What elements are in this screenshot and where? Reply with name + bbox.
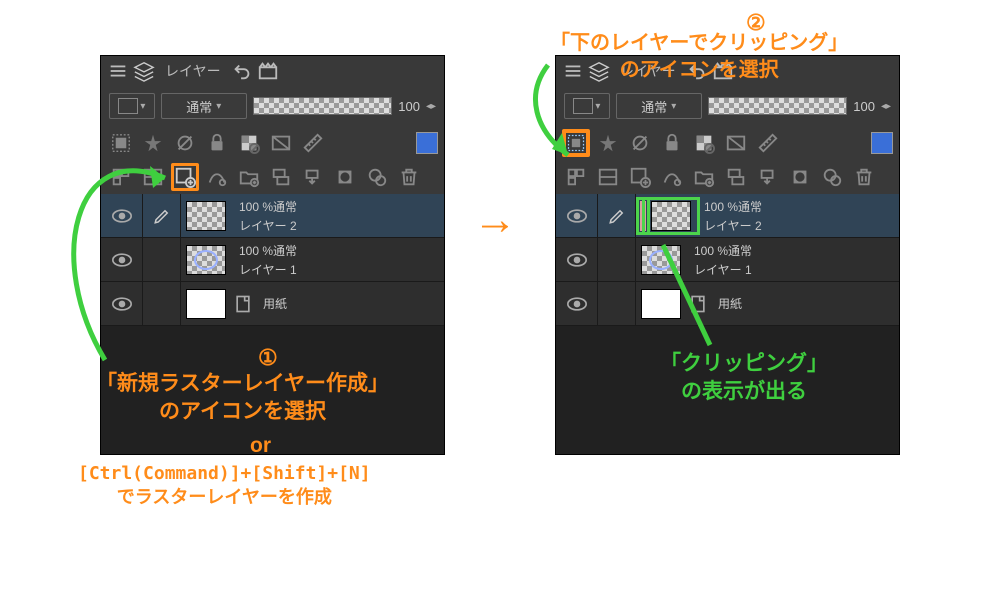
or-text: or (250, 432, 271, 460)
layer-name: レイヤー 2 (704, 217, 762, 234)
blend-mode-label: 通常 (641, 97, 667, 116)
merge-down-icon[interactable] (299, 163, 327, 191)
ruler-icon[interactable] (754, 129, 782, 157)
draft-icon[interactable] (626, 129, 654, 157)
new-folder-icon[interactable] (235, 163, 263, 191)
layer-color-swatch[interactable] (416, 132, 438, 154)
step1-text: 「新規ラスターレイヤー作成」 のアイコンを選択 (96, 370, 389, 427)
mask-icon[interactable] (331, 163, 359, 191)
layer-blend: 100 %通常 (704, 198, 762, 215)
lock-transparent-icon[interactable] (690, 129, 718, 157)
layer-row[interactable]: 100 %通常レイヤー 2 (556, 194, 899, 238)
layer-name: レイヤー 1 (239, 261, 297, 278)
mask-enable-icon[interactable] (722, 129, 750, 157)
panel-title: レイヤー (159, 61, 227, 81)
green-line-clip (655, 240, 735, 360)
new-folder-icon[interactable] (690, 163, 718, 191)
layers-icon[interactable] (133, 60, 155, 82)
menu-icon[interactable] (107, 60, 129, 82)
keyboard-shortcut: [Ctrl(Command)]+[Shift]+[N] でラスターレイヤーを作成 (78, 462, 371, 511)
trash-icon[interactable] (850, 163, 878, 191)
layer-blend: 100 %通常 (239, 198, 297, 215)
ruler-icon[interactable] (299, 129, 327, 157)
opacity-value: 100 (853, 99, 875, 114)
arrow-icon: → (473, 195, 517, 245)
empty-icon (598, 282, 636, 325)
green-arrow-step1 (55, 100, 215, 370)
transfer-down-icon[interactable] (722, 163, 750, 191)
visible-icon[interactable] (556, 238, 598, 281)
transfer-down-icon[interactable] (267, 163, 295, 191)
pen-icon[interactable] (598, 194, 636, 237)
lock-icon[interactable] (658, 129, 686, 157)
layer-name: 用紙 (263, 295, 287, 312)
opacity-stepper[interactable]: ◂▸ (426, 101, 436, 112)
mask-icon[interactable] (786, 163, 814, 191)
merge-down-icon[interactable] (754, 163, 782, 191)
visible-icon[interactable] (556, 194, 598, 237)
visible-icon[interactable] (556, 282, 598, 325)
layer-name: レイヤー 2 (239, 217, 297, 234)
blend-mode-dropdown[interactable]: 通常▾ (616, 93, 702, 119)
paper-icon (231, 292, 255, 316)
step2-text: 「下のレイヤーでクリッピング」 のアイコンを選択 (550, 30, 848, 84)
opacity-stepper[interactable]: ◂▸ (881, 101, 891, 112)
clip-result-text: 「クリッピング」 の表示が出る (660, 350, 828, 407)
panel-header: レイヤー (101, 56, 444, 86)
undo-icon[interactable] (231, 60, 253, 82)
apply-mask-icon[interactable] (818, 163, 846, 191)
layer-color-swatch[interactable] (871, 132, 893, 154)
layer-thumbnail (651, 201, 691, 231)
opacity-slider[interactable] (708, 97, 848, 115)
step1-number: ① (258, 343, 278, 373)
lock-transparent-icon[interactable] (235, 129, 263, 157)
new-vector-layer-icon[interactable] (658, 163, 686, 191)
layer-blend: 100 %通常 (239, 242, 297, 259)
mask-enable-icon[interactable] (267, 129, 295, 157)
opacity-slider[interactable] (253, 97, 393, 115)
trash-icon[interactable] (395, 163, 423, 191)
apply-mask-icon[interactable] (363, 163, 391, 191)
clapper-icon[interactable] (257, 60, 279, 82)
empty-icon (598, 238, 636, 281)
opacity-value: 100 (398, 99, 420, 114)
new-raster-layer-button[interactable] (626, 163, 654, 191)
